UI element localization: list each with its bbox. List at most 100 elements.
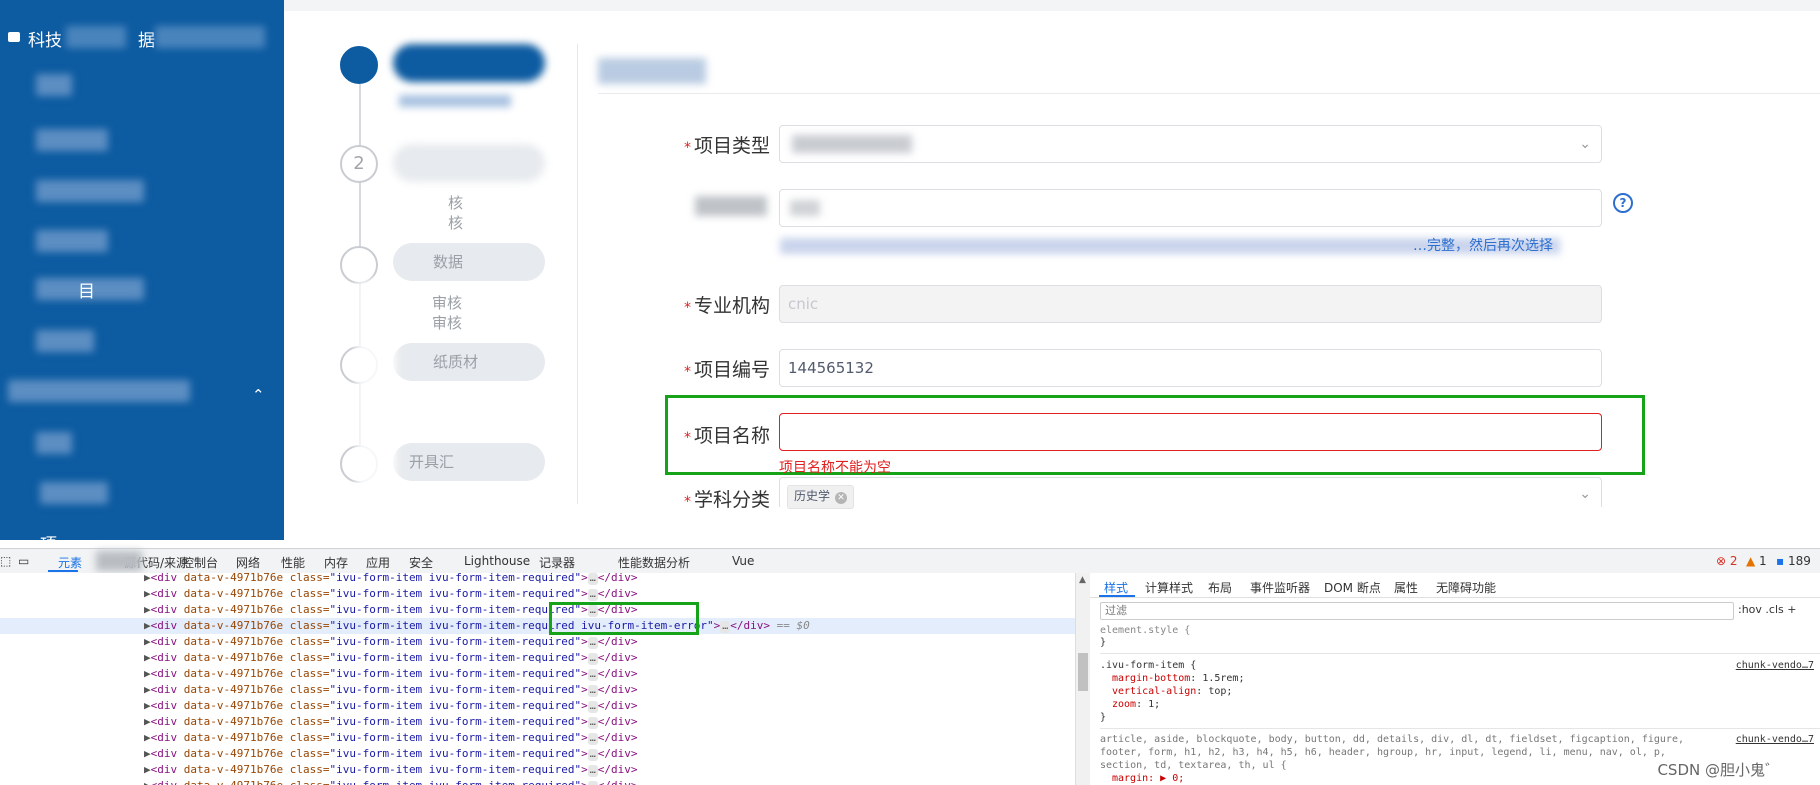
tab-vue[interactable]: Vue bbox=[732, 554, 754, 568]
dom-node-row[interactable]: ▶<div data-v-4971b76e class="ivu-form-it… bbox=[0, 573, 1075, 586]
devtools-device-icon[interactable]: ▭ bbox=[18, 554, 29, 568]
reset-selector-1[interactable]: article, aside, blockquote, body, button… bbox=[1100, 734, 1684, 745]
discipline-tag[interactable]: 历史学 ✕ bbox=[787, 485, 855, 509]
expand-triangle-icon[interactable]: ▶ bbox=[144, 587, 151, 600]
sidebar-item-1[interactable] bbox=[36, 74, 72, 96]
elements-scrollbar[interactable]: ▲ bbox=[1075, 573, 1090, 785]
css-declaration[interactable]: vertical-align: top; bbox=[1112, 686, 1232, 697]
css-declaration[interactable]: zoom: 1; bbox=[1112, 699, 1160, 710]
message-count[interactable]: ▪ 189 bbox=[1776, 554, 1811, 568]
styles-filter-buttons[interactable]: :hov .cls + bbox=[1738, 603, 1796, 616]
discipline-select[interactable]: ⌄ bbox=[779, 477, 1602, 507]
ellipsis-icon[interactable]: … bbox=[587, 669, 598, 681]
sidebar-header[interactable]: 科技 据 bbox=[0, 24, 284, 52]
tab-network[interactable]: 网络 bbox=[236, 554, 260, 571]
reset-selector-3[interactable]: section, td, textarea, th, ul { bbox=[1100, 760, 1287, 771]
dom-node-row[interactable]: ▶<div data-v-4971b76e class="ivu-form-it… bbox=[0, 762, 1075, 778]
dom-node-row[interactable]: ▶<div data-v-4971b76e class="ivu-form-it… bbox=[0, 682, 1075, 698]
ellipsis-icon[interactable]: … bbox=[587, 637, 598, 649]
expand-triangle-icon[interactable]: ▶ bbox=[144, 715, 151, 728]
ellipsis-icon[interactable]: … bbox=[587, 765, 598, 777]
dom-node-row[interactable]: ▶<div data-v-4971b76e class="ivu-form-it… bbox=[0, 586, 1075, 602]
warning-count[interactable]: ▲ 1 bbox=[1746, 554, 1767, 568]
ellipsis-icon[interactable]: … bbox=[587, 733, 598, 745]
expand-triangle-icon[interactable]: ▶ bbox=[144, 747, 151, 760]
help-icon[interactable]: ? bbox=[1613, 193, 1633, 213]
tab-layout[interactable]: 布局 bbox=[1208, 579, 1232, 596]
ellipsis-icon[interactable]: … bbox=[587, 701, 598, 713]
step-1-pill[interactable] bbox=[393, 44, 545, 82]
tab-application[interactable]: 应用 bbox=[366, 554, 390, 571]
css-declaration[interactable]: margin-bottom: 1.5rem; bbox=[1112, 673, 1244, 684]
tab-recorder[interactable]: 记录器 bbox=[539, 554, 575, 571]
ellipsis-icon[interactable]: … bbox=[587, 573, 598, 585]
tab-memory[interactable]: 内存 bbox=[324, 554, 348, 571]
rule-selector[interactable]: .ivu-form-item { bbox=[1100, 660, 1196, 671]
scroll-thumb[interactable] bbox=[1078, 653, 1088, 691]
tab-accessibility[interactable]: 无障碍功能 bbox=[1436, 579, 1496, 596]
ellipsis-icon[interactable]: … bbox=[587, 781, 598, 785]
tab-console[interactable]: 控制台 bbox=[182, 554, 218, 571]
expand-triangle-icon[interactable]: ▶ bbox=[144, 699, 151, 712]
tab-elements[interactable]: 元素 bbox=[58, 554, 82, 571]
element-style-selector[interactable]: element.style { bbox=[1100, 625, 1190, 636]
ellipsis-icon[interactable]: … bbox=[587, 717, 598, 729]
dom-node-row[interactable]: ▶<div data-v-4971b76e class="ivu-form-it… bbox=[0, 714, 1075, 730]
tab-properties[interactable]: 属性 bbox=[1394, 579, 1418, 596]
sidebar-item-6[interactable] bbox=[36, 330, 94, 352]
ellipsis-icon[interactable]: … bbox=[587, 589, 598, 601]
ellipsis-icon[interactable]: … bbox=[587, 653, 598, 665]
expand-triangle-icon[interactable]: ▶ bbox=[144, 779, 151, 785]
tab-lighthouse[interactable]: Lighthouse bbox=[464, 554, 530, 568]
expand-triangle-icon[interactable]: ▶ bbox=[144, 667, 151, 680]
expand-triangle-icon[interactable]: ▶ bbox=[144, 763, 151, 776]
sidebar-item-2[interactable] bbox=[36, 129, 108, 151]
error-count[interactable]: ⊗ 2 bbox=[1716, 554, 1738, 568]
blurred-input[interactable] bbox=[779, 189, 1602, 227]
selected-dom-node[interactable]: ▶<div data-v-4971b76e class="ivu-form-it… bbox=[0, 618, 1075, 634]
sidebar-sub-1[interactable] bbox=[36, 432, 72, 454]
reset-source-link[interactable]: chunk-vendo…7 bbox=[1736, 734, 1814, 745]
dom-node-row[interactable]: ▶<div data-v-4971b76e class="ivu-form-it… bbox=[0, 746, 1075, 762]
styles-filter-input[interactable]: 过滤 bbox=[1100, 602, 1734, 620]
close-icon[interactable]: ✕ bbox=[835, 492, 848, 504]
ellipsis-icon[interactable]: … bbox=[587, 685, 598, 697]
dom-node-row[interactable]: ▶<div data-v-4971b76e class="ivu-form-it… bbox=[0, 730, 1075, 746]
dom-node-row[interactable]: ▶<div data-v-4971b76e class="ivu-form-it… bbox=[0, 778, 1075, 785]
step-3-pill[interactable]: 数据 bbox=[393, 243, 545, 281]
tab-computed[interactable]: 计算样式 bbox=[1145, 579, 1193, 596]
dom-node-row[interactable]: ▶<div data-v-4971b76e class="ivu-form-it… bbox=[0, 602, 1075, 618]
sidebar-sub-2[interactable] bbox=[40, 482, 108, 504]
ellipsis-icon[interactable]: … bbox=[587, 749, 598, 761]
step-2-pill[interactable] bbox=[393, 144, 545, 182]
tab-event-listeners[interactable]: 事件监听器 bbox=[1250, 579, 1310, 596]
tab-performance[interactable]: 性能 bbox=[281, 554, 305, 571]
project-number-input[interactable]: 144565132 bbox=[779, 349, 1602, 387]
devtools-inspect-icon[interactable]: ⬚ bbox=[0, 554, 11, 568]
chevron-up-icon[interactable]: ⌃ bbox=[252, 386, 265, 404]
expand-triangle-icon[interactable]: ▶ bbox=[144, 635, 151, 648]
tab-perf-insights[interactable]: 性能数据分析 bbox=[618, 554, 690, 571]
dom-node-row[interactable]: ▶<div data-v-4971b76e class="ivu-form-it… bbox=[0, 650, 1075, 666]
scroll-up-icon[interactable]: ▲ bbox=[1079, 575, 1086, 585]
tab-security[interactable]: 安全 bbox=[409, 554, 433, 571]
sidebar-item-3[interactable] bbox=[36, 180, 144, 202]
step-5-pill[interactable]: 开具汇 bbox=[393, 443, 545, 481]
ellipsis-icon[interactable]: … bbox=[720, 621, 731, 633]
dom-node-row[interactable]: ▶<div data-v-4971b76e class="ivu-form-it… bbox=[0, 634, 1075, 650]
reset-selector-2[interactable]: footer, form, h1, h2, h3, h4, h5, h6, he… bbox=[1100, 747, 1666, 758]
sidebar-sub-3-label[interactable]: 项 bbox=[40, 530, 57, 540]
expand-triangle-icon[interactable]: ▶ bbox=[144, 651, 151, 664]
expand-triangle-icon[interactable]: ▶ bbox=[144, 731, 151, 744]
dom-node-row[interactable]: ▶<div data-v-4971b76e class="ivu-form-it… bbox=[0, 698, 1075, 714]
tab-styles[interactable]: 样式 bbox=[1104, 579, 1128, 596]
reset-declaration[interactable]: margin: ▶ 0; bbox=[1112, 773, 1184, 784]
project-name-input[interactable] bbox=[779, 413, 1602, 451]
tab-dom-breakpoints[interactable]: DOM 断点 bbox=[1324, 579, 1381, 596]
sidebar-item-4[interactable] bbox=[36, 230, 108, 252]
expand-triangle-icon[interactable]: ▶ bbox=[144, 573, 151, 584]
project-type-select[interactable]: ⌄ bbox=[779, 125, 1602, 163]
expand-triangle-icon[interactable]: ▶ bbox=[144, 683, 151, 696]
sidebar-group[interactable] bbox=[8, 380, 190, 402]
expand-triangle-icon[interactable]: ▶ bbox=[144, 603, 151, 616]
